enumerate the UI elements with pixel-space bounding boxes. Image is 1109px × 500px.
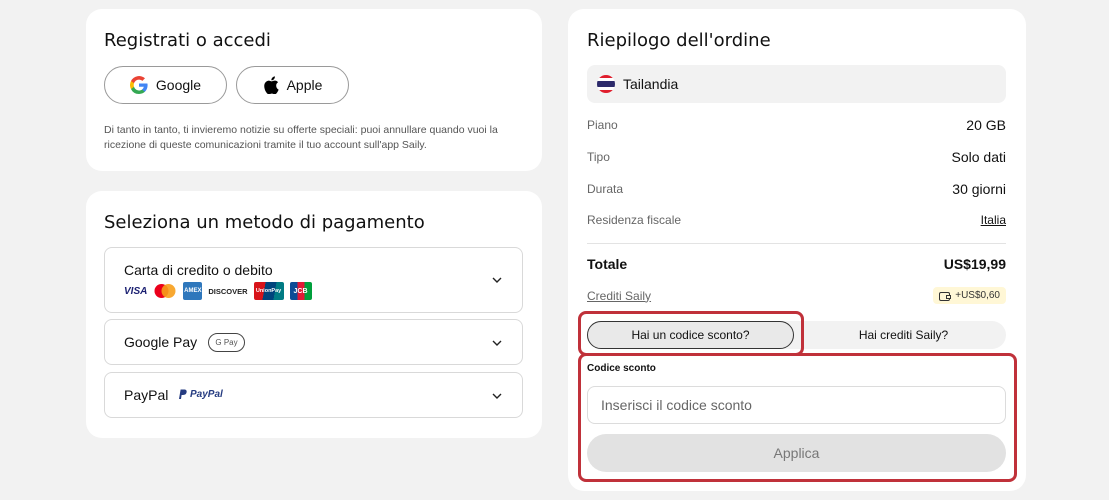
payment-option-card[interactable]: Carta di credito o debito VISA AMEX DISC… [104,247,523,313]
wallet-icon [939,291,952,301]
payment-option-paypal-label: PayPal [124,387,169,403]
payment-method-card: Seleziona un metodo di pagamento Carta d… [86,191,542,438]
summary-row-tax-residence: Residenza fiscale Italia [587,213,1006,227]
saily-credits-link[interactable]: Crediti Saily [587,289,651,303]
jcb-logo: JCB [289,282,312,300]
summary-row-type: Tipo Solo dati [587,149,1006,165]
thailand-flag-icon [597,75,615,93]
summary-row-key: Residenza fiscale [587,213,682,227]
total-value: US$19,99 [943,256,1006,272]
chevron-down-icon [492,277,502,283]
mastercard-logo [154,284,176,298]
apple-login-label: Apple [286,77,323,93]
chevron-down-icon [492,340,502,346]
payment-title: Seleziona un metodo di pagamento [104,212,425,233]
login-card: Registrati o accedi Google Apple Di tant… [86,9,542,171]
card-brand-logos: VISA AMEX DISCOVER UnionPay JCB [124,282,312,300]
google-icon [129,76,148,94]
order-summary-card: Riepilogo dell'ordine Tailandia Piano 20… [568,9,1026,491]
summary-row-key: Piano [587,118,618,132]
tab-saily-credits[interactable]: Hai crediti Saily? [801,321,1006,349]
login-title: Registrati o accedi [104,30,271,51]
apply-button[interactable]: Applica [587,434,1006,472]
credits-badge-value: +US$0,60 [955,290,1000,301]
destination-country-label: Tailandia [623,76,679,92]
summary-row-value: 30 giorni [952,181,1006,197]
saily-credits-row: Crediti Saily +US$0,60 [587,287,1006,304]
payment-option-card-label: Carta di credito o debito [124,262,273,278]
summary-total: Totale US$19,99 [587,256,1006,272]
google-login-label: Google [155,77,202,93]
divider [587,243,1006,244]
tab-discount-code[interactable]: Hai un codice sconto? [587,321,794,349]
discover-logo: DISCOVER [208,286,248,296]
summary-row-value: Solo dati [951,149,1006,165]
amex-logo: AMEX [183,282,203,300]
total-label: Totale [587,256,628,272]
google-pay-logo: G Pay [208,333,245,352]
summary-row-duration: Durata 30 giorni [587,181,1006,197]
payment-option-google-pay[interactable]: Google Pay G Pay [104,319,523,365]
summary-row-key: Durata [587,182,624,196]
destination-country: Tailandia [587,65,1006,103]
chevron-down-icon [492,393,502,399]
summary-row-value: 20 GB [966,117,1006,133]
paypal-logo: PayPal [178,389,223,400]
discount-toggle: Hai un codice sconto? Hai crediti Saily? [587,321,1006,349]
tax-residence-link[interactable]: Italia [981,213,1006,227]
discount-code-input[interactable] [587,386,1006,424]
summary-row-key: Tipo [587,150,610,164]
marketing-notice: Di tanto in tanto, ti invieremo notizie … [104,124,498,151]
paypal-wordmark: PayPal [190,389,223,400]
payment-option-google-pay-label: Google Pay [124,334,198,350]
apple-login-button[interactable]: Apple [236,66,349,104]
paypal-icon [179,389,187,399]
apple-icon [263,76,279,94]
discount-code-label: Codice sconto [587,363,656,374]
unionpay-logo: UnionPay [253,282,284,300]
payment-option-paypal[interactable]: PayPal PayPal [104,372,523,418]
visa-logo: VISA [124,285,148,297]
google-login-button[interactable]: Google [104,66,227,104]
order-summary-title: Riepilogo dell'ordine [587,30,771,51]
credits-badge: +US$0,60 [933,287,1006,304]
summary-row-plan: Piano 20 GB [587,117,1006,133]
